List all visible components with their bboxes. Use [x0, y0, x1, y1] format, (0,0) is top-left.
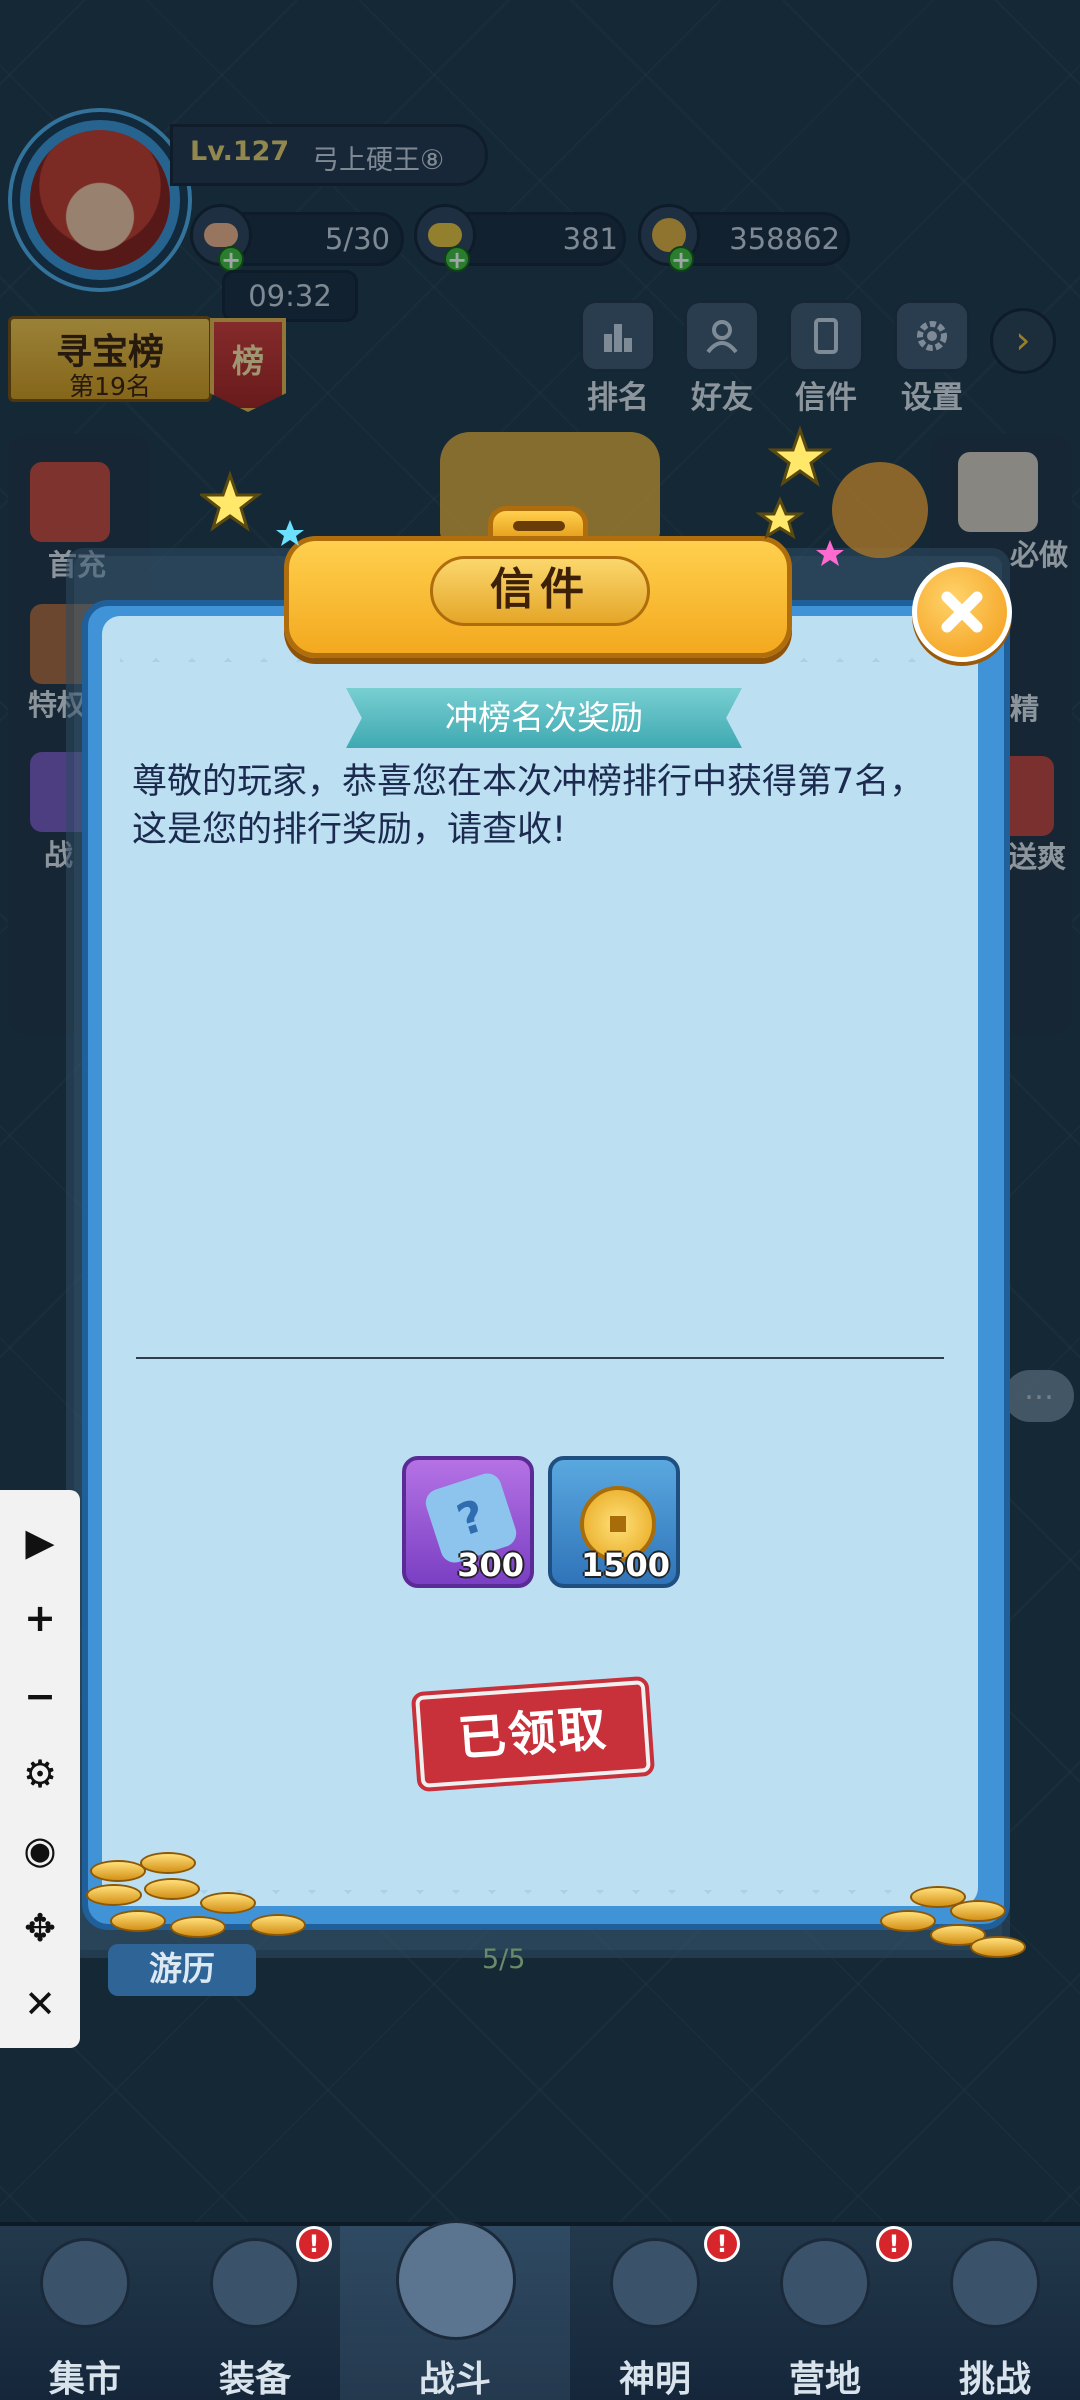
- daily-must-do-icon[interactable]: [958, 452, 1038, 532]
- elite-label: 精: [1010, 692, 1040, 726]
- deities-icon: [610, 2238, 700, 2328]
- tab-battle-label: 战斗: [418, 2359, 491, 2400]
- player-avatar[interactable]: [12, 112, 188, 288]
- mail-label: 信件: [795, 380, 857, 416]
- settings-button[interactable]: 设置: [894, 300, 974, 417]
- tab-market[interactable]: 集市: [0, 2226, 170, 2400]
- chat-icon[interactable]: …: [1004, 1370, 1074, 1422]
- treasure-board-banner[interactable]: 寻宝榜 第19名: [8, 316, 212, 402]
- market-icon: [40, 2238, 130, 2328]
- move-icon[interactable]: ✥: [0, 1896, 80, 1960]
- travel-button[interactable]: 游历: [108, 1944, 256, 1996]
- friends-label: 好友: [691, 380, 753, 416]
- attachment-divider: [136, 1357, 944, 1359]
- equipment-icon: [210, 2238, 300, 2328]
- gems-value: 381: [562, 222, 618, 256]
- settings-label: 设置: [901, 380, 963, 416]
- coin-pile-right-icon: [870, 1880, 1030, 1980]
- ranking-icon: [580, 300, 656, 372]
- stamina-timer: 09:32: [222, 270, 358, 322]
- dialog-title: 信件: [490, 564, 590, 615]
- close-button[interactable]: [912, 562, 1012, 662]
- avatar-portrait: [30, 130, 170, 270]
- reward-item-coin[interactable]: 1500: [548, 1456, 680, 1588]
- eye-icon[interactable]: ◉: [0, 1818, 80, 1882]
- star-decoration-icon: [200, 470, 304, 546]
- tab-challenge[interactable]: 挑战: [910, 2226, 1080, 2400]
- mail-button[interactable]: 信件: [788, 300, 868, 417]
- challenge-icon: [950, 2238, 1040, 2328]
- daily-must-do-label: 必做: [1010, 538, 1069, 572]
- reward-amount: 300: [457, 1546, 524, 1584]
- add-gold-icon[interactable]: +: [668, 246, 694, 272]
- mail-body-line-2: 这是您的排行奖励，请查收!: [132, 810, 567, 850]
- camp-alert-badge: !: [876, 2226, 912, 2262]
- claimed-stamp: 已领取: [410, 1675, 656, 1793]
- tab-battle[interactable]: 战斗: [340, 2220, 570, 2400]
- rank-medal-icon: 榜: [210, 318, 286, 412]
- camp-icon: [780, 2238, 870, 2328]
- stamina-value: 5/30: [324, 222, 390, 256]
- mail-icon: [788, 300, 864, 372]
- deities-alert-badge: !: [704, 2226, 740, 2262]
- rank-medal-char: 榜: [231, 342, 264, 380]
- bonus-gift-label: 送爽: [1008, 840, 1067, 874]
- play-icon[interactable]: ▶: [0, 1510, 80, 1574]
- star-decoration-right-icon: [755, 425, 844, 566]
- expand-arrow-icon[interactable]: ›: [990, 308, 1056, 374]
- close-toolbar-icon[interactable]: ✕: [0, 1972, 80, 2036]
- tab-deities-label: 神明: [618, 2359, 691, 2400]
- first-recharge-icon[interactable]: [30, 462, 110, 542]
- gear-icon: [894, 300, 970, 372]
- reward-item-puzzle[interactable]: ? 300: [402, 1456, 534, 1588]
- tab-market-label: 集市: [48, 2359, 121, 2400]
- friends-icon: [684, 300, 760, 372]
- treasure-board-rank: 第19名: [69, 372, 151, 401]
- battle-swords-icon: [396, 2220, 516, 2340]
- player-level: Lv.127: [190, 136, 290, 167]
- mail-subject: 冲榜名次奖励: [445, 698, 643, 737]
- tab-equipment-label: 装备: [218, 2359, 291, 2400]
- gear-icon[interactable]: ⚙: [0, 1742, 80, 1806]
- equipment-alert-badge: !: [296, 2226, 332, 2262]
- travel-stamina: 5/5: [482, 1944, 526, 1975]
- zoom-in-icon[interactable]: +: [0, 1586, 80, 1650]
- add-stamina-icon[interactable]: +: [218, 246, 244, 272]
- zoom-out-icon[interactable]: −: [0, 1664, 80, 1728]
- mail-body: 尊敬的玩家，恭喜您在本次冲榜排行中获得第7名， 这是您的排行奖励，请查收!: [132, 758, 952, 854]
- player-name: 弓上硬王⑧: [312, 145, 445, 176]
- floating-toolbar: ▶ + − ⚙ ◉ ✥ ✕: [0, 1490, 80, 2048]
- add-gems-icon[interactable]: +: [444, 246, 470, 272]
- tab-camp-label: 营地: [788, 2359, 861, 2400]
- tab-challenge-label: 挑战: [958, 2359, 1031, 2400]
- reward-amount: 1500: [580, 1546, 670, 1584]
- gold-value: 358862: [729, 222, 840, 256]
- ranking-label: 排名: [587, 380, 649, 416]
- mail-body-line-1: 尊敬的玩家，恭喜您在本次冲榜排行中获得第7名，: [132, 762, 925, 802]
- close-icon: [941, 591, 983, 633]
- ranking-button[interactable]: 排名: [580, 300, 660, 417]
- friends-button[interactable]: 好友: [684, 300, 764, 417]
